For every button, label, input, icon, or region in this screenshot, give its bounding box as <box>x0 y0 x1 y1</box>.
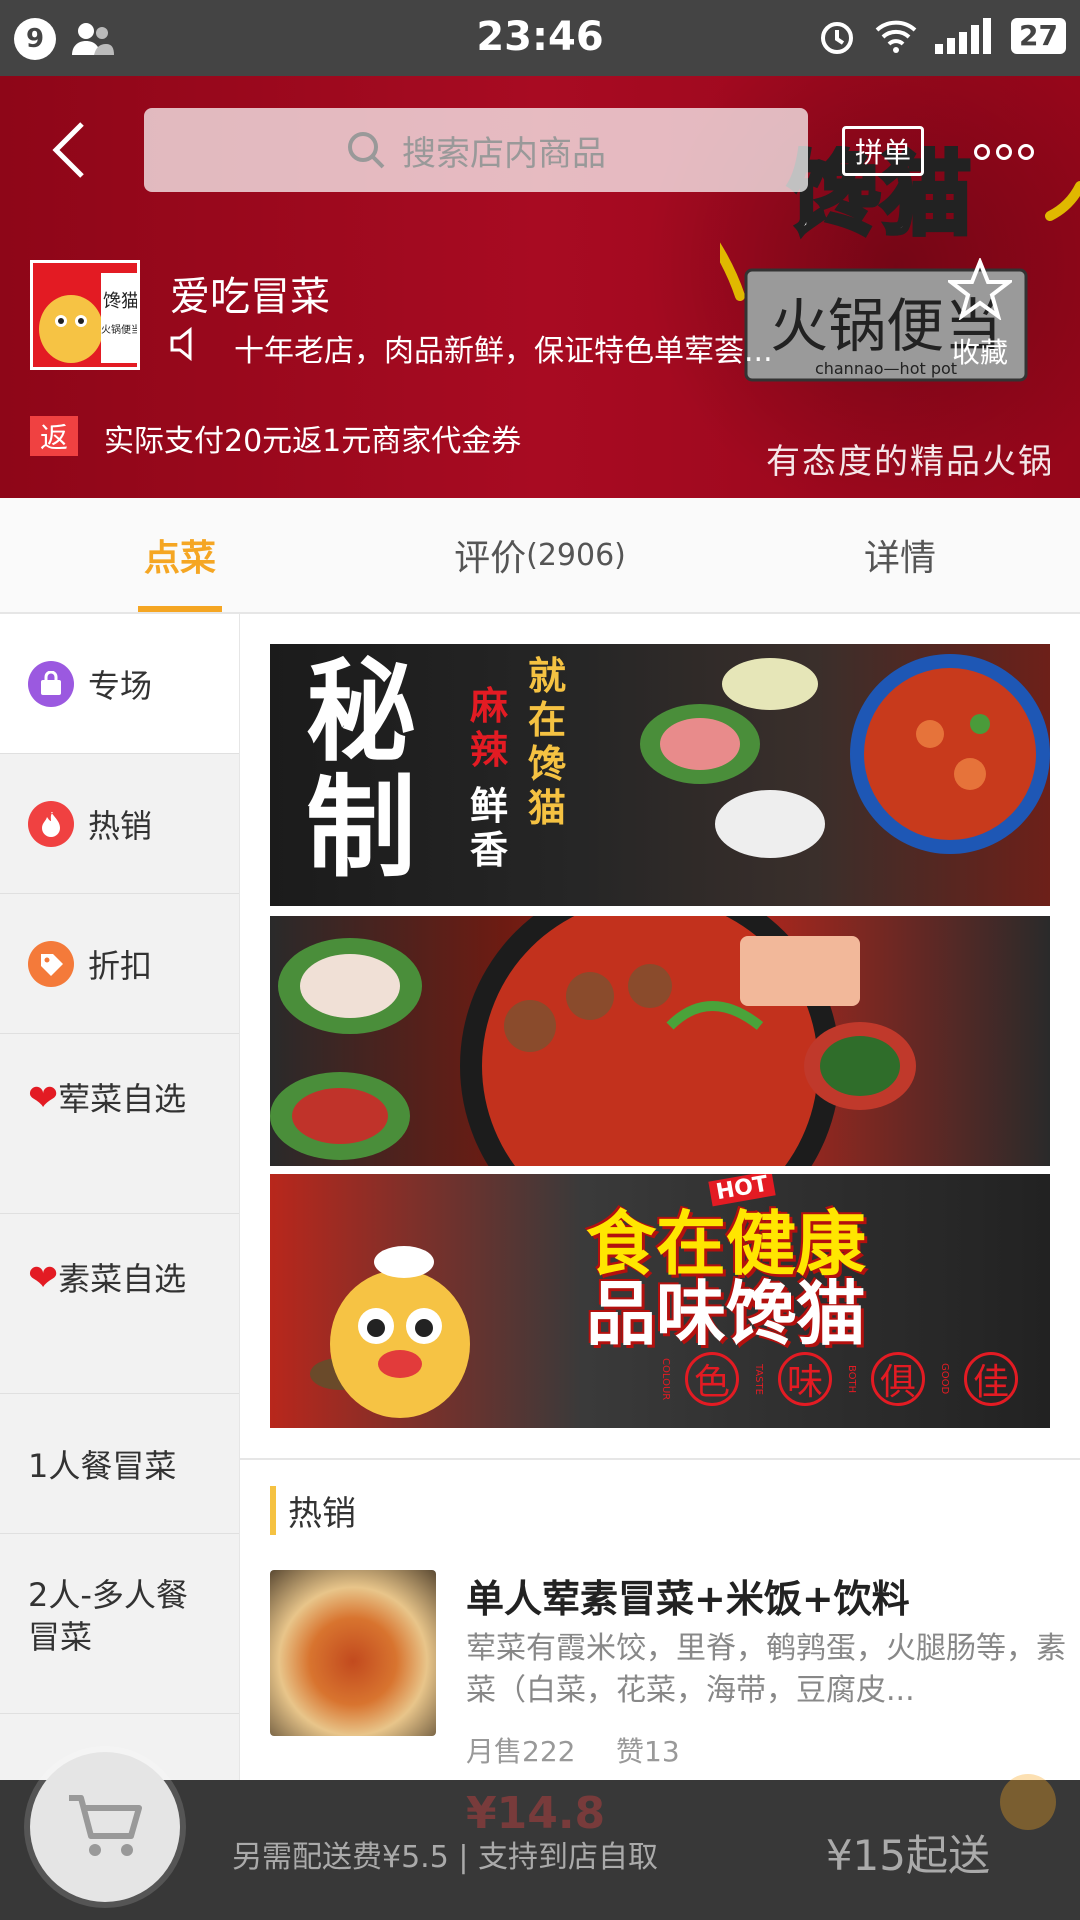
favorite-label: 收藏 <box>951 336 1008 369</box>
banner-en1: COLOUR <box>660 1357 671 1401</box>
sidebar-item-label: 素菜自选 <box>58 1260 187 1298</box>
status-bar: 9 23:46 27 <box>0 0 1080 76</box>
dish-description: 荤菜有霞米饺，里脊，鹌鹑蛋，火腿肠等，素菜（白菜，花菜，海带，豆腐皮... <box>466 1631 1066 1708</box>
sidebar-item-label: 折扣 <box>88 946 153 985</box>
search-icon <box>348 132 385 169</box>
tab-details[interactable]: 详情 <box>720 498 1080 612</box>
banner-en4: GOOD <box>939 1363 950 1395</box>
sidebar-item-label: 1人餐冒菜 <box>28 1446 177 1485</box>
menu-content: 秘制 麻辣 鲜香 就在馋猫 HOT 食在健康 品味馋猫 COLOUR 色 TAS… <box>240 614 1080 1780</box>
shop-name: 爱吃冒菜 <box>170 274 330 320</box>
dish-monthly-sales: 月售222 <box>466 1735 576 1768</box>
search-placeholder: 搜索店内商品 <box>402 133 606 174</box>
tab-details-label: 详情 <box>863 538 936 579</box>
tab-reviews[interactable]: 评价 (2906) <box>360 498 720 612</box>
sidebar-item-label: 热销 <box>88 806 153 845</box>
shop-slogan: 有态度的精品火锅 <box>766 442 1054 482</box>
sidebar-item-special[interactable]: 专场 <box>0 614 239 754</box>
tab-order-label: 点菜 <box>143 538 216 579</box>
sidebar-item-hot[interactable]: 热销 <box>0 754 239 894</box>
category-sidebar: 专场 热销 折扣 ❤荤菜自选 ❤素菜自选 1人餐冒菜 2人-多人餐冒菜 <box>0 614 240 1780</box>
banner-line1: 麻辣 <box>470 684 509 772</box>
promo-banner-secret-recipe[interactable]: 秘制 麻辣 鲜香 就在馋猫 <box>270 644 1050 906</box>
signal-icon <box>935 18 992 54</box>
cart-bar: ¥14.8 另需配送费¥5.5 | 支持到店自取 ¥15起送 <box>0 1752 1080 1920</box>
speaker-icon <box>170 326 192 362</box>
shop-logo: 馋猫 火锅便当 <box>30 260 140 370</box>
dish-likes: 赞13 <box>616 1735 680 1768</box>
banner-char4: 佳 <box>964 1352 1018 1406</box>
banner-char2: 味 <box>778 1352 832 1406</box>
bag-icon <box>28 660 74 707</box>
flame-icon <box>28 800 74 847</box>
hotpot-image <box>270 916 916 1166</box>
shop-tabs: 点菜 评价 (2906) 详情 <box>0 498 1080 614</box>
alarm-icon <box>821 22 854 54</box>
shopping-cart-icon <box>69 1795 142 1856</box>
delivery-fee-text: 另需配送费¥5.5 | 支持到店自取 <box>232 1840 658 1875</box>
section-divider <box>240 1458 1080 1460</box>
heart-icon: ❤ <box>28 1078 59 1119</box>
hotpot-bowl-image <box>850 654 1050 854</box>
promo-banner-hotpot[interactable] <box>270 916 1050 1166</box>
sidebar-item-label: 专场 <box>88 666 153 705</box>
tab-reviews-count: (2906) <box>526 537 626 573</box>
banner-char3: 俱 <box>871 1352 925 1406</box>
banner-taste-words: COLOUR 色 TASTE 味 BOTH 俱 GOOD 佳 <box>660 1352 1018 1406</box>
min-order-button[interactable]: ¥15起送 <box>826 1822 990 1883</box>
banner-healthy-line2: 品味馋猫 <box>586 1273 866 1355</box>
sidebar-item-single[interactable]: 1人餐冒菜 <box>0 1394 239 1534</box>
logo-text: 馋猫 <box>103 291 139 312</box>
discount-tag-icon <box>28 940 74 987</box>
battery-icon: 27 <box>1011 18 1066 54</box>
logo-sub: 火锅便当 <box>101 323 140 336</box>
more-icon[interactable] <box>974 144 1034 160</box>
group-order-button[interactable]: 拼单 <box>842 126 924 176</box>
cart-button[interactable] <box>30 1752 180 1902</box>
shop-header: 馋猫 火锅便当 channao—hot pot 搜索店内商品 拼单 馋猫 火锅便… <box>0 76 1080 498</box>
section-title-hot: 热销 <box>270 1486 356 1535</box>
rebate-badge: 返 <box>30 416 78 456</box>
search-input[interactable]: 搜索店内商品 <box>144 108 808 192</box>
side-dishes-image <box>640 658 825 858</box>
sidebar-item-multi[interactable]: 2人-多人餐冒菜 <box>0 1534 239 1714</box>
sidebar-item-meat[interactable]: ❤荤菜自选 <box>0 1034 239 1214</box>
sidebar-item-label: 2人-多人餐冒菜 <box>28 1576 188 1656</box>
dish-image[interactable] <box>270 1570 436 1736</box>
tab-order[interactable]: 点菜 <box>0 498 360 612</box>
sidebar-item-label: 荤菜自选 <box>58 1080 187 1118</box>
promo-text: 实际支付20元返1元商家代金券 <box>104 424 522 459</box>
tab-reviews-label: 评价 <box>454 538 527 579</box>
dish-name[interactable]: 单人荤素冒菜+米饭+饮料 <box>466 1568 910 1623</box>
banner-en2: TASTE <box>753 1363 764 1395</box>
sidebar-item-veg[interactable]: ❤素菜自选 <box>0 1214 239 1394</box>
banner-char1: 色 <box>685 1352 739 1406</box>
star-icon <box>945 256 1015 322</box>
banner-line2: 鲜香 <box>470 784 509 872</box>
banner-big-text: 秘制 <box>306 648 416 892</box>
mascot-cat-image <box>310 1246 470 1418</box>
wifi-icon <box>875 20 917 53</box>
banner-line3: 就在馋猫 <box>528 654 567 830</box>
sidebar-item-discount[interactable]: 折扣 <box>0 894 239 1034</box>
heart-icon: ❤ <box>28 1258 59 1299</box>
shop-notice[interactable]: 十年老店，肉品新鲜，保证特色单荤荟... <box>234 326 794 370</box>
brand-en: channao—hot pot <box>815 359 957 378</box>
promo-banner-healthy[interactable]: HOT 食在健康 品味馋猫 COLOUR 色 TASTE 味 BOTH 俱 GO… <box>270 1174 1050 1428</box>
banner-en3: BOTH <box>846 1364 857 1394</box>
add-to-cart-icon[interactable] <box>1000 1774 1056 1830</box>
back-arrow-icon[interactable] <box>50 120 90 180</box>
favorite-button[interactable]: 收藏 <box>940 256 1020 371</box>
